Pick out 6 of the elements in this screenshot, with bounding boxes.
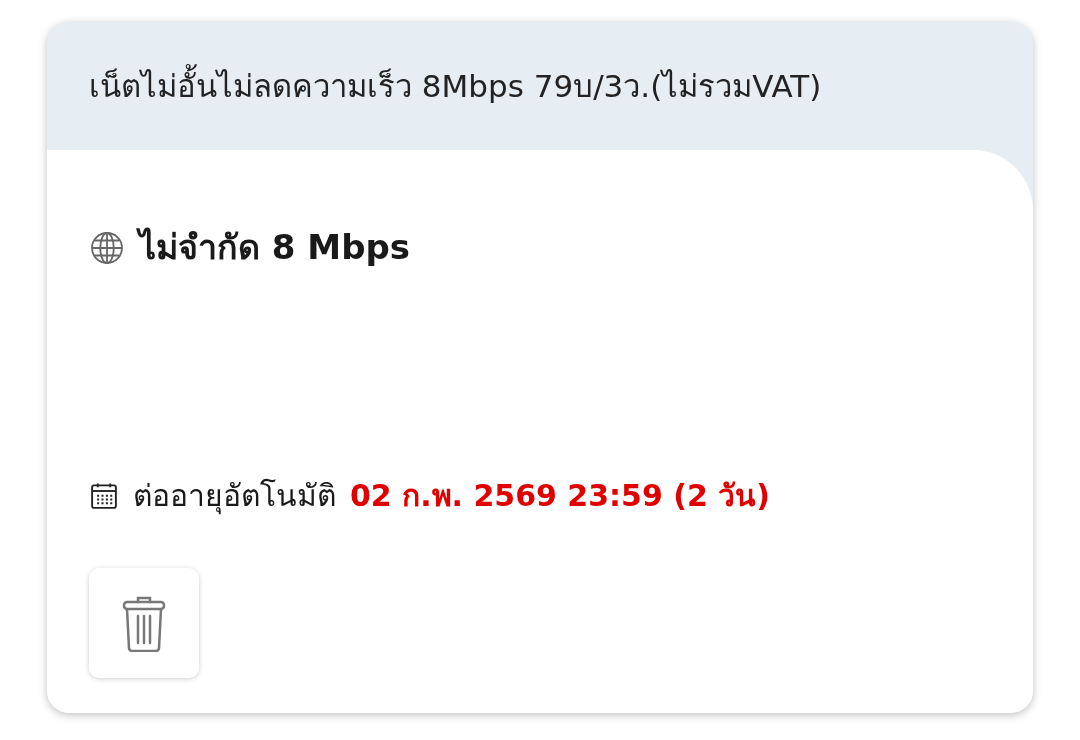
globe-icon bbox=[89, 229, 125, 266]
renewal-label: ต่ออายุอัตโนมัติ bbox=[133, 477, 336, 517]
delete-button[interactable] bbox=[89, 568, 199, 678]
package-title: เน็ตไม่อั้นไม่ลดความเร็ว 8Mbps 79บ/3ว.(ไม่รวมVAT) bbox=[89, 62, 822, 110]
trash-icon bbox=[121, 594, 167, 652]
renewal-date: 02 ก.พ. 2569 23:59 (2 วัน) bbox=[350, 477, 771, 515]
